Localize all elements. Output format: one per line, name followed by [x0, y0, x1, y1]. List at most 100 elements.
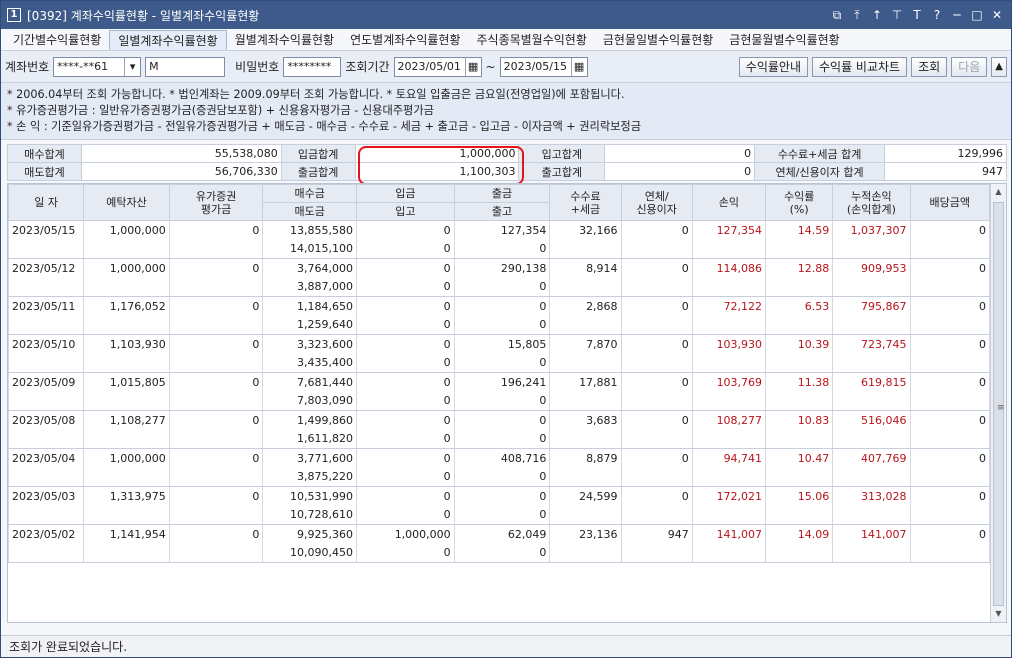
header-out-stock[interactable]: 출고 [453, 202, 551, 221]
table-row-sub[interactable]: 10,090,450 0 0 [8, 543, 991, 563]
header-out-cash[interactable]: 출금 [453, 184, 551, 203]
table-row-sub[interactable]: 3,875,220 0 0 [8, 467, 991, 487]
cell-sell: 7,803,090 [262, 391, 357, 411]
table-row[interactable]: 2023/05/11 1,176,052 0 1,184,650 0 0 2,868 0 72,… [8, 296, 991, 316]
title-bar: 1 [0392] 계좌수익률현황 - 일별계좌수익률현황 ⧉ ⤒ ↑ ⊤ T ?… [1, 1, 1011, 29]
return-guide-button[interactable]: 수익률안내 [738, 56, 808, 77]
header-fee[interactable]: 수수료 +세금 [549, 184, 622, 221]
header-date[interactable]: 일 자 [8, 184, 85, 221]
header-in-stock[interactable]: 입고 [355, 202, 455, 221]
table-row[interactable]: 2023/05/04 1,000,000 0 3,771,600 0 408,716 8,8… [8, 448, 991, 468]
table-row-sub[interactable]: 10,728,610 0 0 [8, 505, 991, 525]
close-icon[interactable]: ✕ [989, 7, 1005, 23]
header-securities[interactable]: 유가증권 평가금 [168, 184, 264, 221]
help-icon[interactable]: ? [929, 7, 945, 23]
cell-empty [832, 391, 911, 411]
notes-panel: * 2006.04부터 조회 가능합니다. * 법인계좌는 2009.09부터 … [1, 83, 1011, 140]
cell-empty [168, 467, 264, 487]
query-bar: 계좌번호 ****-**61 ▾ M 비밀번호 ******** 조회기간 20… [1, 51, 1011, 83]
header-in-cash[interactable]: 입금 [355, 184, 455, 203]
tab-monthly-account-return[interactable]: 월별계좌수익률현황 [227, 30, 342, 50]
minimize-icon[interactable]: ─ [949, 7, 965, 23]
table-row[interactable]: 2023/05/02 1,141,954 0 9,925,360 1,000,000 62… [8, 524, 991, 544]
cell-in-stock: 0 [355, 467, 455, 487]
cell-in-cash: 0 [355, 220, 455, 240]
header-dividend[interactable]: 배당금액 [909, 184, 991, 221]
table-row[interactable]: 2023/05/03 1,313,975 0 10,531,990 0 0 24,599 0 1… [8, 486, 991, 506]
table-row[interactable]: 2023/05/08 1,108,277 0 1,499,860 0 0 3,683 0 108… [8, 410, 991, 430]
cell-empty [168, 391, 264, 411]
header-rate[interactable]: 수익률 (%) [765, 184, 834, 221]
cell-out-stock: 0 [453, 239, 551, 259]
next-button[interactable]: 다음 [951, 56, 988, 77]
header-sell[interactable]: 매도금 [262, 202, 357, 221]
cell-in-cash: 0 [355, 296, 455, 316]
tab-period-return[interactable]: 기간별수익률현황 [5, 30, 109, 50]
account-select[interactable]: ****-**61 ▾ [53, 56, 142, 77]
table-row-sub[interactable]: 7,803,090 0 0 [8, 391, 991, 411]
password-field[interactable]: ******** [283, 56, 342, 77]
header-deposit[interactable]: 예탁자산 [83, 184, 170, 221]
cell-pnl: 114,086 [691, 258, 767, 278]
table-row-sub[interactable]: 14,015,100 0 0 [8, 239, 991, 259]
window-number-badge: 1 [7, 8, 21, 22]
chevron-down-icon[interactable]: ▾ [124, 57, 140, 76]
tab-gold-monthly-return[interactable]: 금현물월별수익률현황 [721, 30, 847, 50]
cell-buy: 10,531,990 [262, 486, 357, 506]
cell-interest: 0 [620, 410, 693, 430]
table-row[interactable]: 2023/05/12 1,000,000 0 3,764,000 0 290,138 8,9… [8, 258, 991, 278]
tab-daily-account-return[interactable]: 일별계좌수익률현황 [109, 30, 227, 50]
maximize-icon[interactable]: □ [969, 7, 985, 23]
summary-value: 0 [604, 144, 756, 163]
tab-stock-monthly-profit[interactable]: 주식종목별월수익현황 [468, 30, 594, 50]
cell-cum-pnl: 795,867 [832, 296, 911, 316]
calendar-icon[interactable]: ▦ [464, 57, 481, 76]
table-row-sub[interactable]: 3,435,400 0 0 [8, 353, 991, 373]
cell-out-cash: 196,241 [453, 372, 551, 392]
cell-empty [909, 543, 991, 563]
tab-yearly-account-return[interactable]: 연도별계좌수익률현황 [342, 30, 468, 50]
table-row-sub[interactable]: 3,887,000 0 0 [8, 277, 991, 297]
date-to-field[interactable]: 2023/05/15 ▦ [499, 56, 588, 77]
cell-securities: 0 [168, 486, 264, 506]
cell-out-stock: 0 [453, 467, 551, 487]
font-icon[interactable]: T [909, 7, 925, 23]
cell-empty [620, 467, 693, 487]
cell-fee: 2,868 [549, 296, 622, 316]
scroll-up-icon[interactable]: ▲ [991, 184, 1006, 200]
cell-date: 2023/05/08 [8, 410, 85, 430]
header-buy[interactable]: 매수금 [262, 184, 357, 203]
collapse-up-button[interactable]: ▲ [991, 56, 1007, 77]
date-from-field[interactable]: 2023/05/01 ▦ [393, 56, 482, 77]
search-button[interactable]: 조회 [911, 56, 948, 77]
cell-in-cash: 0 [355, 334, 455, 354]
pin-top-icon[interactable]: ⤒ [849, 7, 865, 23]
cell-in-cash: 1,000,000 [355, 524, 455, 544]
calendar-icon[interactable]: ▦ [570, 57, 587, 76]
account-name-field[interactable]: M [145, 56, 226, 77]
return-compare-chart-button[interactable]: 수익률 비교차트 [812, 56, 908, 77]
cell-empty [765, 429, 834, 449]
tab-gold-daily-return[interactable]: 금현물일별수익률현황 [595, 30, 721, 50]
arrow-up-icon[interactable]: ↑ [869, 7, 885, 23]
cell-rate: 14.09 [765, 524, 834, 544]
window-title: [0392] 계좌수익률현황 - 일별계좌수익률현황 [27, 8, 260, 23]
cell-dividend: 0 [909, 524, 991, 544]
cell-empty [691, 239, 767, 259]
cell-empty [765, 505, 834, 525]
pin-icon[interactable]: ⊤ [889, 7, 905, 23]
table-row-sub[interactable]: 1,259,640 0 0 [8, 315, 991, 335]
link-icon[interactable]: ⧉ [829, 7, 845, 23]
scroll-thumb[interactable]: ≡ [993, 202, 1005, 606]
table-row[interactable]: 2023/05/15 1,000,000 0 13,855,580 0 127,354 32… [8, 220, 991, 240]
vertical-scrollbar[interactable]: ▲ ≡ ▼ [990, 184, 1006, 622]
table-row[interactable]: 2023/05/10 1,103,930 0 3,323,600 0 15,805 7,87… [8, 334, 991, 354]
header-interest[interactable]: 연체/ 신용이자 [620, 184, 693, 221]
header-pnl[interactable]: 손익 [691, 184, 767, 221]
scroll-down-icon[interactable]: ▼ [991, 606, 1006, 622]
table-row-sub[interactable]: 1,611,820 0 0 [8, 429, 991, 449]
table-row[interactable]: 2023/05/09 1,015,805 0 7,681,440 0 196,241 17,… [8, 372, 991, 392]
header-cum-pnl[interactable]: 누적손익 (손익합계) [832, 184, 911, 221]
summary-value: 0 [604, 162, 756, 181]
scroll-track[interactable]: ≡ [991, 200, 1006, 606]
